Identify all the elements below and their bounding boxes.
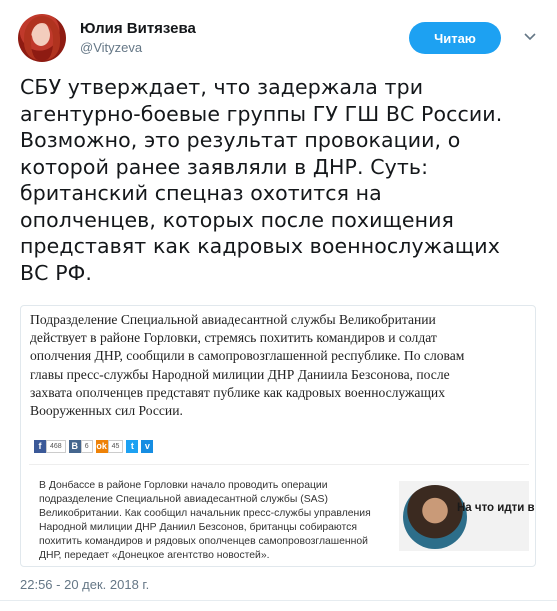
embedded-article-text: В Донбассе в районе Горловки начало пров… <box>39 479 394 564</box>
tweet-line: которой ранее заявляли в ДНР. Суть: <box>20 154 429 179</box>
promo-caption: На что идти в кин <box>457 502 535 514</box>
tweet-line: СБУ утверждает, что задержала три <box>20 75 424 99</box>
embedded-line: похитить командиров и рядовых ополченцев… <box>39 536 368 548</box>
excerpt-line: действует в районе Горловки, стремясь по… <box>30 330 437 346</box>
thumbnail-image <box>403 485 467 549</box>
article-excerpt: Подразделение Специальной авиадесантной … <box>30 311 530 420</box>
avatar[interactable] <box>18 14 66 62</box>
follow-button[interactable]: Читаю <box>409 22 501 54</box>
excerpt-line: ополчения ДНР, сообщили в самопровозглаш… <box>30 348 465 364</box>
promo-thumbnail: На что идти в кин <box>399 481 535 551</box>
vk-icon: B <box>68 439 81 453</box>
author-name[interactable]: Юлия Витязева <box>80 20 196 37</box>
tweet-line: представят как кадровых военнослужащих <box>20 234 500 258</box>
excerpt-line: Подразделение Специальной авиадесантной … <box>30 312 436 327</box>
share-count: 6 <box>80 439 93 453</box>
embedded-line: В Донбассе в районе Горловки начало пров… <box>39 480 328 491</box>
author-handle[interactable]: @Vityzeva <box>80 40 196 55</box>
extra-share: v <box>141 439 154 453</box>
facebook-icon: f <box>34 439 46 453</box>
attached-image-card[interactable]: Подразделение Специальной авиадесантной … <box>20 305 536 567</box>
twitter-share: t <box>126 439 139 453</box>
tweet-text: СБУ утверждает, что задержала три агенту… <box>20 74 540 286</box>
share-icon: v <box>141 439 154 453</box>
chevron-down-icon[interactable] <box>523 30 537 44</box>
divider <box>0 600 557 601</box>
author-block[interactable]: Юлия Витязева @Vityzeva <box>80 20 196 55</box>
tweet-header: Юлия Витязева @Vityzeva Читаю <box>18 14 543 62</box>
tweet-timestamp[interactable]: 22:56 - 20 дек. 2018 г. <box>20 577 149 592</box>
excerpt-line: главы пресс-службы Народной милиции ДНР … <box>30 366 450 382</box>
tweet-line: агентурно-боевые группы ГУ ГШ ВС России. <box>20 101 503 126</box>
tweet-line: Возможно, это результат провокации, о <box>20 128 461 152</box>
twitter-icon: t <box>126 439 139 453</box>
excerpt-line: Вооруженных сил России. <box>30 403 183 419</box>
share-buttons: f 468 B 6 ok 45 t v <box>34 439 154 453</box>
embedded-line: подразделение Специальной авиадесантной … <box>39 494 328 506</box>
embedded-line: ДНР, передает «Донецкое агентство новост… <box>39 550 270 562</box>
ok-share: ok 45 <box>95 439 124 453</box>
tweet-line: британский спецназ охотится на <box>20 181 382 205</box>
odnoklassniki-icon: ok <box>95 439 108 453</box>
tweet-line: ополченцев, которых после похищения <box>20 207 454 232</box>
vk-share: B 6 <box>68 439 93 453</box>
facebook-share: f 468 <box>34 439 66 453</box>
share-count: 468 <box>46 439 66 453</box>
embedded-line: Народной милиции ДНР Даниил Безсонов, бр… <box>39 522 357 534</box>
share-count: 45 <box>107 439 124 453</box>
embedded-line: Великобритании. Как сообщил начальник пр… <box>39 508 371 520</box>
excerpt-line: захвата ополченцев представят публике ка… <box>30 384 446 400</box>
tweet-line: ВС РФ. <box>20 260 93 285</box>
embedded-article: В Донбассе в районе Горловки начало пров… <box>29 464 535 564</box>
